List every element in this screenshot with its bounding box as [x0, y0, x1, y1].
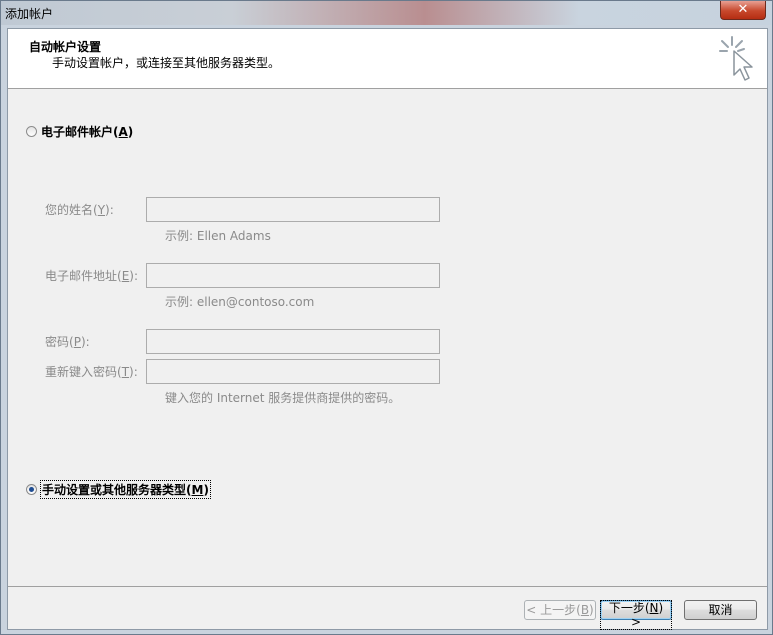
password-label: 密码(P): — [45, 335, 90, 349]
name-hint: 示例: Ellen Adams — [165, 229, 271, 243]
dialog-header: 自动帐户设置 手动设置帐户，或连接至其他服务器类型。 — [8, 29, 767, 89]
name-label: 您的姓名(Y): — [45, 203, 114, 217]
close-button[interactable]: ✕ — [720, 1, 766, 20]
add-account-dialog: 添加帐户 ✕ 自动帐户设置 手动设置帐户，或连接至其他服务器类型。 电子邮件帐户… — [0, 0, 773, 635]
name-input — [146, 197, 440, 222]
manual-setup-radio[interactable] — [26, 484, 37, 495]
cursor-sparkle-icon — [719, 36, 753, 81]
password-hint: 键入您的 Internet 服务提供商提供的密码。 — [165, 391, 401, 405]
email-label: 电子邮件地址(E): — [45, 269, 139, 283]
window-title: 添加帐户 — [5, 7, 54, 21]
email-hint: 示例: ellen@contoso.com — [165, 295, 315, 309]
manual-setup-label[interactable]: 手动设置或其他服务器类型(M) — [40, 480, 211, 499]
next-button[interactable]: 下一步(N) > — [600, 600, 672, 630]
dialog-content: 自动帐户设置 手动设置帐户，或连接至其他服务器类型。 电子邮件帐户(A) 您的姓… — [7, 28, 768, 630]
password-confirm-label: 重新键入密码(T): — [45, 365, 138, 379]
password-input — [146, 329, 440, 354]
header-subtitle: 手动设置帐户，或连接至其他服务器类型。 — [52, 56, 281, 70]
header-title: 自动帐户设置 — [29, 40, 102, 54]
title-bar[interactable]: 添加帐户 ✕ — [1, 1, 772, 25]
cancel-button[interactable]: 取消 — [684, 600, 757, 620]
manual-setup-option[interactable]: 手动设置或其他服务器类型(M) — [26, 480, 211, 499]
footer-separator — [8, 586, 767, 587]
email-account-radio[interactable] — [26, 126, 37, 137]
password-confirm-input — [146, 359, 440, 384]
email-account-option[interactable]: 电子邮件帐户(A) — [26, 123, 133, 140]
email-input — [146, 263, 440, 288]
back-button[interactable]: < 上一步(B) — [524, 600, 596, 620]
close-icon: ✕ — [737, 2, 749, 17]
email-account-label[interactable]: 电子邮件帐户(A) — [41, 123, 133, 140]
